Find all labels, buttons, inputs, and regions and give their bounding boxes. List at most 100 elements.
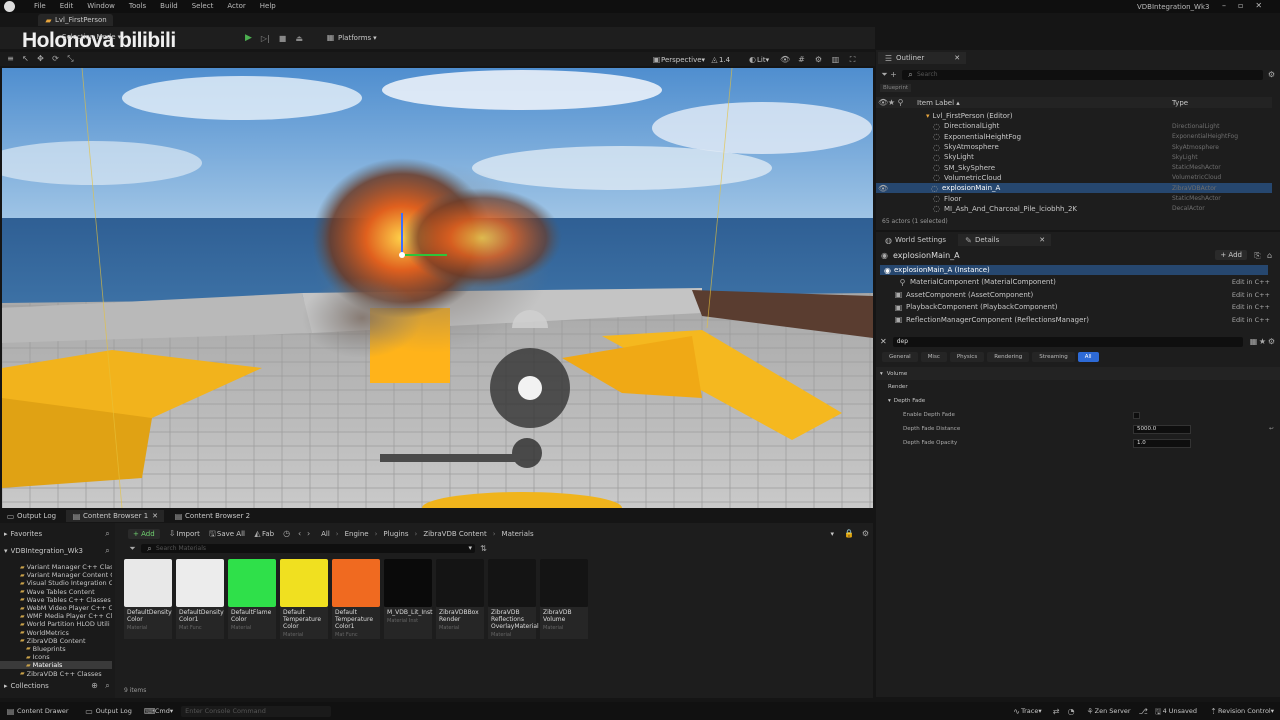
layout-icon[interactable]: ▥	[831, 55, 840, 64]
outliner-row[interactable]: ◌ DirectionalLight DirectionalLight	[876, 121, 1272, 131]
bottom-tab[interactable]: ▭ Output Log	[0, 510, 62, 522]
folder-item[interactable]: ▰Variant Manager C++ Classes	[0, 563, 112, 571]
filter-all[interactable]: All	[1077, 352, 1099, 362]
folder-item[interactable]: ▰ WMF Media Player C++ Cla	[0, 612, 112, 620]
stop-icon[interactable]: ■	[279, 34, 287, 43]
enable-depth-fade-checkbox[interactable]	[1133, 411, 1140, 419]
settings-icon[interactable]: ⚙	[814, 55, 823, 64]
component-row[interactable]: ▣ AssetComponent (AssetComponent) Edit in …	[894, 289, 1270, 302]
outliner-row[interactable]: ◌ Floor StaticMeshActor	[876, 193, 1272, 203]
edit-in-cpp-link[interactable]: Edit in C++	[1228, 303, 1270, 311]
section-volume[interactable]: ▾ Volume	[876, 367, 1280, 380]
instance-row[interactable]: ◉ explosionMain_A (Instance)	[880, 265, 1268, 275]
favorites-header[interactable]: ▸ Favorites ⌕	[4, 529, 112, 538]
bottom-tab[interactable]: ▤ Content Browser 2	[168, 510, 256, 522]
output-log-button[interactable]: ▭ Output Log	[85, 707, 132, 716]
col-item-label[interactable]: Item Label ▴	[917, 99, 1172, 107]
outliner-row[interactable]: ◌ SkyAtmosphere SkyAtmosphere	[876, 142, 1272, 152]
level-tab[interactable]: ▰ Lvl_FirstPerson	[38, 14, 113, 26]
breadcrumb-item[interactable]: All	[321, 530, 330, 538]
outliner-row[interactable]: ◌ ExponentialHeightFog ExponentialHeightFo…	[876, 132, 1272, 142]
outliner-row[interactable]: ◌ SM_SkySphere StaticMeshActor	[876, 162, 1272, 172]
section-depth-fade[interactable]: ▾ Depth Fade	[876, 394, 1280, 408]
cb-settings-icon[interactable]: ⚙	[861, 529, 870, 538]
cb-add-button[interactable]: + Add	[128, 528, 160, 539]
content-drawer-button[interactable]: ▤ Content Drawer	[6, 707, 69, 716]
docs-icon[interactable]: ⌂	[1265, 251, 1274, 260]
component-row[interactable]: ⚲ MaterialComponent (MaterialComponent) Ed…	[894, 276, 1270, 289]
breadcrumb-item[interactable]: ZibraVDB Content	[423, 530, 486, 538]
menu-item-window[interactable]: Window	[87, 2, 115, 10]
filter-streaming[interactable]: Streaming	[1032, 352, 1075, 362]
col-type[interactable]: Type	[1172, 99, 1272, 107]
menu-item-file[interactable]: File	[34, 2, 46, 10]
add-filter-icon[interactable]: +	[889, 70, 898, 79]
asset-tile[interactable]: DefaultFlame Color Material	[228, 559, 276, 639]
asset-tile[interactable]: DefaultDensity Color Material	[124, 559, 172, 639]
breadcrumb-item[interactable]: Engine	[345, 530, 369, 538]
selection-mode-dropdown[interactable]: Selection Mode ▾	[62, 33, 121, 41]
import-button[interactable]: ⇩ Import	[168, 529, 200, 538]
move-icon[interactable]: ✥	[36, 54, 45, 63]
outliner-row[interactable]: ◌ VolumetricCloud VolumetricCloud	[876, 173, 1272, 183]
sort-icon[interactable]: ⇅	[479, 544, 488, 553]
filter-general[interactable]: General	[882, 352, 918, 362]
menu-item-actor[interactable]: Actor	[227, 2, 245, 10]
property-value-field[interactable]: 5000.0	[1133, 424, 1191, 434]
unreal-logo-icon[interactable]	[4, 1, 15, 12]
breadcrumb-dropdown-icon[interactable]: ▾	[830, 530, 834, 538]
section-render[interactable]: Render	[876, 380, 1280, 394]
cb-search-input[interactable]: ⌕ Search Materials ▾	[141, 543, 475, 553]
minimize-icon[interactable]: –	[1222, 1, 1226, 10]
trace-button[interactable]: ∿ Trace ▾	[1012, 707, 1041, 716]
close-icon[interactable]: ✕	[1255, 1, 1262, 10]
folder-item[interactable]: ▰ World Partition HLOD Utili	[0, 620, 112, 628]
blueprint-tag[interactable]: Blueprint	[880, 84, 912, 92]
menu-icon[interactable]: ≡	[6, 54, 15, 63]
asset-tile[interactable]: Default Temperature Color1 Mat Func	[332, 559, 380, 639]
outliner-settings-icon[interactable]: ⚙	[1267, 70, 1276, 79]
add-collection-icon[interactable]: ⊕	[90, 681, 99, 690]
viewport[interactable]	[2, 68, 873, 508]
cb-filter-icon[interactable]: ⏷	[128, 544, 137, 553]
eject-icon[interactable]: ⏏	[295, 34, 303, 43]
edit-in-cpp-link[interactable]: Edit in C++	[1228, 291, 1270, 299]
scale-icon[interactable]: ⤡	[66, 54, 75, 63]
back-icon[interactable]: ‹	[295, 529, 304, 538]
outliner-row[interactable]: ◌ SkyLight SkyLight	[876, 152, 1272, 162]
table-view-icon[interactable]: ▦	[1249, 337, 1258, 346]
tab-world-settings[interactable]: ◍ World Settings	[878, 234, 952, 246]
bottom-tab[interactable]: ▤ Content Browser 1 ✕	[66, 510, 165, 522]
asset-tile[interactable]: ZibraVDB Volume Material	[540, 559, 588, 639]
folder-item[interactable]: ▰ Variant Manager Content C	[0, 571, 112, 579]
rotate-icon[interactable]: ⟳	[51, 54, 60, 63]
details-settings-icon[interactable]: ⚙	[1267, 337, 1276, 346]
folder-item[interactable]: ▰ ZibraVDB C++ Classes	[0, 669, 112, 678]
folder-item[interactable]: ▰ Wave Tables Content	[0, 588, 112, 596]
maximize-icon[interactable]: ▫	[1238, 1, 1243, 10]
breadcrumb-item[interactable]: Materials	[502, 530, 534, 538]
search-dropdown-icon[interactable]: ▾	[468, 544, 472, 552]
lock-icon[interactable]: 🔒	[844, 529, 854, 538]
outliner-search-input[interactable]: ⌕ Search	[902, 69, 1263, 80]
visibility-icon[interactable]: 👁	[878, 184, 888, 193]
menu-item-tools[interactable]: Tools	[129, 2, 146, 10]
filter-misc[interactable]: Misc	[920, 352, 947, 362]
details-search-input[interactable]: dep	[892, 336, 1243, 347]
folder-item[interactable]: ▰ WorldMetrics	[0, 629, 112, 637]
favorites-search-icon[interactable]: ⌕	[103, 529, 112, 538]
edit-in-cpp-link[interactable]: Edit in C++	[1228, 278, 1270, 286]
skip-icon[interactable]: ▷|	[261, 34, 270, 43]
forward-icon[interactable]: ›	[304, 529, 313, 538]
folder-item[interactable]: ▰ Wave Tables C++ Classes	[0, 596, 112, 604]
component-row[interactable]: ▣ PlaybackComponent (PlaybackComponent) Ed…	[894, 301, 1270, 314]
view-mode-dropdown[interactable]: ◐ Lit ▾	[748, 55, 769, 64]
derived-data-icon[interactable]: ⇄	[1052, 707, 1061, 716]
clear-search-icon[interactable]: ✕	[880, 337, 887, 346]
menu-item-build[interactable]: Build	[160, 2, 178, 10]
menu-item-help[interactable]: Help	[260, 2, 276, 10]
breadcrumb-item[interactable]: Plugins	[383, 530, 408, 538]
perspective-dropdown[interactable]: ▣ Perspective ▾	[652, 55, 705, 64]
edit-in-cpp-link[interactable]: Edit in C++	[1228, 316, 1270, 324]
platforms-dropdown[interactable]: ▦ Platforms ▾	[326, 33, 377, 42]
